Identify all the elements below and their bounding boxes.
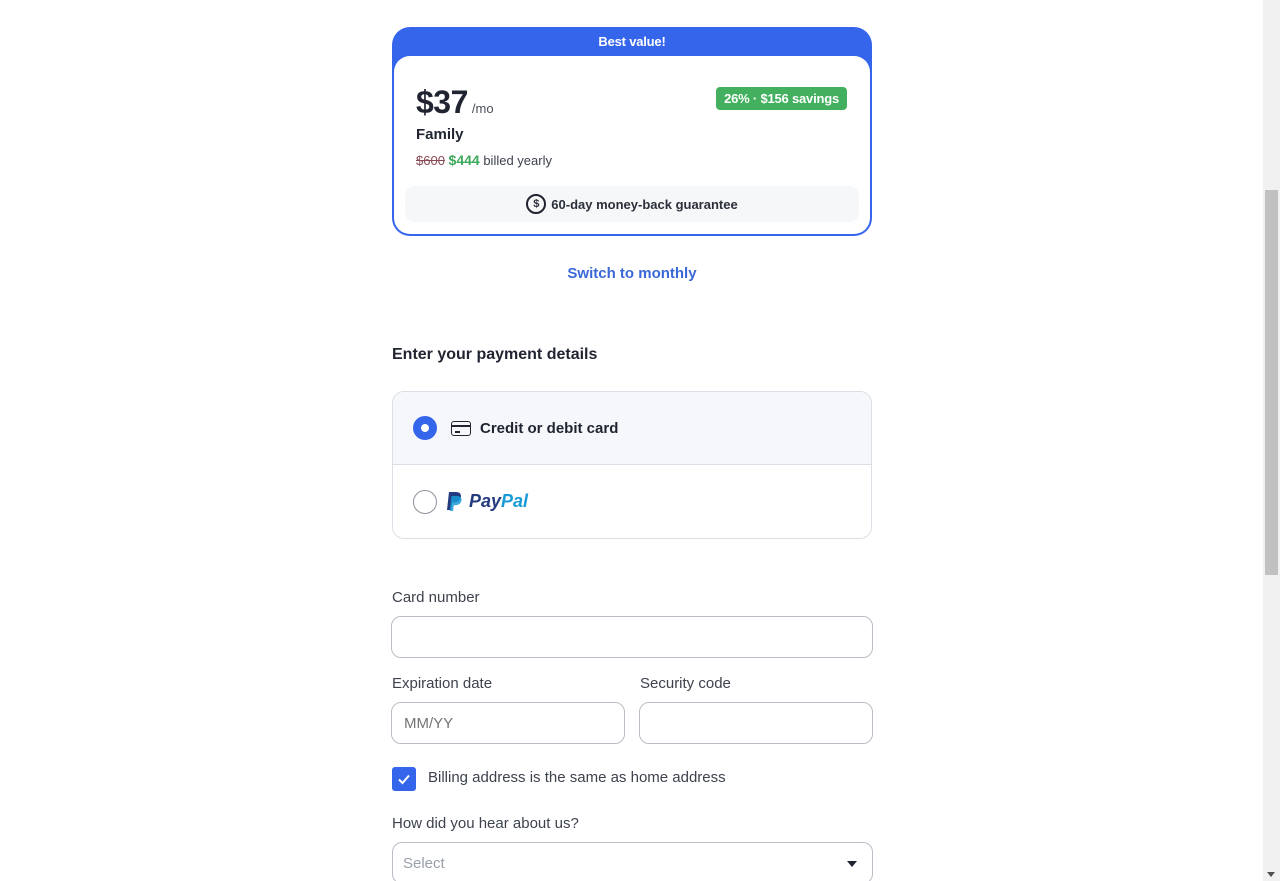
best-value-ribbon: Best value! bbox=[598, 33, 666, 49]
paypal-pay: Pay bbox=[469, 491, 502, 511]
price-period: /mo bbox=[471, 101, 494, 116]
card-option-label: Credit or debit card bbox=[480, 419, 619, 437]
switch-to-monthly-link[interactable]: Switch to monthly bbox=[392, 265, 872, 282]
hear-about-us-select[interactable]: Select bbox=[392, 842, 873, 881]
expiration-date-label: Expiration date bbox=[392, 675, 493, 692]
billing-period: billed yearly bbox=[483, 153, 552, 168]
plan-card-body: $37 /mo 26% · $156 savings Family $600 $… bbox=[394, 56, 870, 234]
hear-about-us-label: How did you hear about us? bbox=[392, 815, 579, 832]
billing-same-label: Billing address is the same as home addr… bbox=[428, 769, 726, 786]
original-price: $600 bbox=[416, 153, 445, 168]
card-number-input[interactable] bbox=[391, 616, 873, 658]
price-row: $37 /mo bbox=[416, 84, 494, 121]
plan-price: $37 bbox=[416, 84, 468, 120]
select-value: Select bbox=[403, 854, 445, 872]
security-code-label: Security code bbox=[640, 675, 731, 692]
paypal-pal: Pal bbox=[501, 491, 529, 511]
billing-summary: $600 $444 billed yearly bbox=[416, 152, 552, 168]
plan-name: Family bbox=[416, 126, 464, 143]
payment-option-paypal[interactable]: Pay Pal bbox=[393, 465, 871, 538]
paypal-p-icon bbox=[447, 492, 462, 511]
dollar-refresh-icon: $ bbox=[526, 194, 547, 214]
paypal-radio[interactable] bbox=[413, 489, 437, 514]
billing-same-checkbox[interactable] bbox=[392, 767, 416, 791]
expiration-date-input[interactable] bbox=[391, 702, 625, 744]
caret-down-icon bbox=[847, 861, 857, 867]
card-number-label: Card number bbox=[392, 589, 480, 606]
plan-card-family[interactable]: Best value! $37 /mo 26% · $156 savings F… bbox=[392, 27, 872, 236]
payment-details-title: Enter your payment details bbox=[392, 346, 598, 363]
scrollbar-thumb[interactable] bbox=[1265, 190, 1278, 575]
discounted-price: $444 bbox=[448, 152, 480, 168]
scroll-down-arrow-icon[interactable] bbox=[1267, 872, 1275, 877]
guarantee-label: 60-day money-back guarantee bbox=[551, 196, 738, 212]
payment-method-options: Credit or debit card Pay Pal bbox=[392, 391, 872, 539]
payment-option-card[interactable]: Credit or debit card bbox=[393, 392, 871, 465]
paypal-logo: Pay Pal bbox=[445, 491, 528, 512]
checkmark-icon bbox=[398, 774, 410, 785]
page-scrollbar[interactable] bbox=[1263, 0, 1280, 881]
money-back-guarantee: $ 60-day money-back guarantee bbox=[405, 186, 859, 222]
security-code-input[interactable] bbox=[639, 702, 873, 744]
card-radio[interactable] bbox=[413, 416, 437, 440]
credit-card-icon bbox=[451, 420, 471, 436]
savings-badge: 26% · $156 savings bbox=[716, 87, 847, 110]
